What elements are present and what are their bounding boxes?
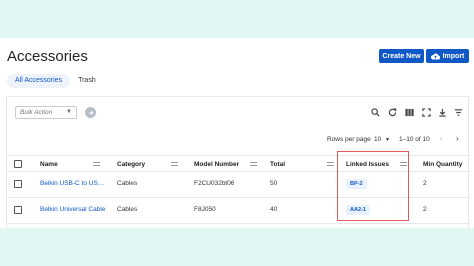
total-cell: 50 — [270, 180, 278, 187]
column-resize-icon[interactable] — [250, 162, 257, 166]
column-header-model-number[interactable]: Model Number — [194, 161, 239, 168]
bulk-action-go-button[interactable] — [85, 107, 96, 118]
column-header-total[interactable]: Total — [270, 161, 285, 168]
category-cell: Cables — [117, 206, 138, 213]
refresh-icon[interactable] — [388, 108, 397, 117]
import-label: Import — [442, 52, 465, 60]
rows-per-page-label: Rows per page — [327, 136, 371, 143]
arrow-right-icon — [88, 110, 93, 115]
column-resize-icon[interactable] — [327, 162, 334, 166]
accessory-name-link[interactable]: Belkin USB-C to US… — [40, 180, 106, 187]
row-checkbox[interactable] — [14, 180, 22, 188]
download-icon[interactable] — [438, 108, 447, 117]
min-quantity-cell: 2 — [423, 206, 427, 213]
columns-icon[interactable] — [405, 108, 414, 117]
select-all-checkbox[interactable] — [14, 160, 22, 168]
page-title: Accessories — [7, 48, 88, 65]
create-new-label: Create New — [382, 52, 421, 60]
cloud-upload-icon — [430, 53, 440, 60]
row-checkbox[interactable] — [14, 206, 22, 214]
category-cell: Cables — [117, 180, 138, 187]
column-resize-icon[interactable] — [93, 162, 100, 166]
import-button[interactable]: Import — [426, 49, 469, 63]
filter-icon[interactable] — [454, 108, 463, 117]
column-resize-icon[interactable] — [171, 162, 178, 166]
linked-issues-highlight-box — [337, 151, 409, 221]
top-background — [0, 0, 474, 38]
bottom-background — [0, 228, 474, 266]
create-new-button[interactable]: Create New — [379, 49, 424, 63]
bulk-action-placeholder: Bulk Action — [20, 109, 53, 116]
accessory-name-link[interactable]: Belkin Universal Cable — [40, 206, 112, 213]
next-page-icon[interactable]: › — [456, 134, 459, 143]
rows-per-page-value: 10 — [374, 136, 382, 143]
model-number-cell: F2CU032bt06 — [194, 180, 235, 187]
chevron-down-icon: ▼ — [385, 137, 390, 143]
tab-trash[interactable]: Trash — [70, 74, 104, 88]
total-cell: 40 — [270, 206, 278, 213]
pagination-range: 1–10 of 10 — [399, 136, 430, 143]
tab-all-accessories[interactable]: All Accessories — [7, 74, 71, 88]
min-quantity-cell: 2 — [423, 180, 427, 187]
previous-page-icon[interactable]: ‹ — [440, 134, 443, 143]
search-icon[interactable] — [371, 108, 380, 117]
fullscreen-icon[interactable] — [422, 108, 431, 117]
column-header-min-quantity[interactable]: Min Quantity — [423, 161, 462, 168]
column-header-name[interactable]: Name — [40, 161, 58, 168]
rows-per-page-select[interactable]: 10 ▼ — [374, 136, 390, 143]
chevron-down-icon: ▼ — [66, 109, 72, 115]
bulk-action-select[interactable]: Bulk Action ▼ — [15, 106, 77, 119]
column-header-category[interactable]: Category — [117, 161, 145, 168]
model-number-cell: F8J050 — [194, 206, 216, 213]
tab-bar: All Accessories Trash — [7, 74, 104, 88]
